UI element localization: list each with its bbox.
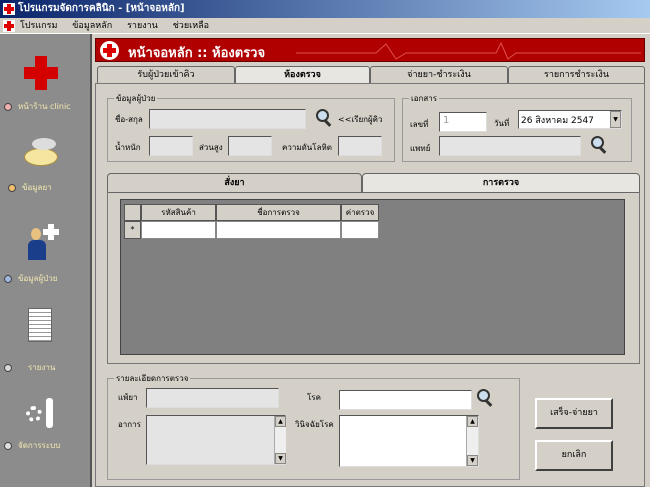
menu-master-data[interactable]: ข้อมูลหลัก [72, 21, 112, 31]
tab-examination[interactable]: การตรวจ [362, 173, 640, 193]
finish-dispense-button[interactable]: เสร็จ-จ่ายยา [535, 398, 613, 429]
grid-cell[interactable] [216, 221, 341, 239]
grid-cell[interactable] [141, 221, 216, 239]
doctor-label: แพทย์ [410, 144, 431, 153]
column-header-exam-name[interactable]: ชื่อการตรวจ [216, 204, 341, 221]
date-picker[interactable]: 26 สิงหาคม 2547 ▼ [518, 110, 622, 129]
menu-report[interactable]: รายงาน [127, 21, 158, 31]
disease-field[interactable] [339, 390, 472, 410]
title-bar: โปรแกรมจัดการคลินิก - [หน้าจอหลัก] [0, 0, 650, 18]
height-label: ส่วนสูง [199, 143, 223, 152]
sidebar-item-system[interactable]: จัดการระบบ [4, 439, 60, 452]
cancel-button[interactable]: ยกเลิก [535, 440, 613, 471]
blood-pressure-label: ความดันโลหิต [282, 143, 332, 152]
red-cross-icon [100, 41, 119, 60]
weight-field[interactable] [149, 136, 193, 156]
diagnosis-textarea[interactable] [339, 415, 479, 467]
patient-icon[interactable] [22, 222, 62, 262]
doc-number-label: เลขที่ [410, 120, 429, 129]
row-header-corner [124, 204, 141, 221]
doc-number-field[interactable]: 1 [439, 112, 487, 132]
radio-icon [4, 441, 12, 450]
report-icon[interactable] [22, 306, 62, 346]
dropdown-arrow-icon[interactable]: ▼ [610, 111, 621, 128]
radio-icon [4, 102, 12, 111]
red-cross-icon[interactable] [24, 56, 58, 90]
tab-dispense-payment[interactable]: จ่ายยา-ชำระเงิน [370, 66, 508, 84]
radio-icon [4, 363, 12, 372]
disease-label: โรค [307, 393, 321, 402]
header-banner: หน้าจอหลัก :: ห้องตรวจ [95, 38, 645, 62]
blood-pressure-field[interactable] [338, 136, 382, 156]
scrollbar[interactable]: ▲ ▼ [466, 416, 478, 466]
allergy-label: แพ้ยา [118, 393, 138, 402]
column-header-product-code[interactable]: รหัสสินค้า [141, 204, 216, 221]
column-header-exam-fee[interactable]: ค่าตรวจ [341, 204, 379, 221]
radio-icon [8, 183, 16, 192]
new-row-marker: * [124, 221, 141, 239]
menu-program[interactable]: โปรแกรม [20, 21, 57, 31]
search-icon[interactable] [316, 109, 332, 127]
sidebar-item-report[interactable]: รายงาน [4, 361, 55, 374]
page-title: หน้าจอหลัก :: ห้องตรวจ [128, 46, 266, 61]
date-label: วันที่ [494, 119, 510, 128]
window-title: โปรแกรมจัดการคลินิก - [หน้าจอหลัก] [18, 3, 185, 14]
name-field[interactable] [149, 109, 306, 129]
sidebar-item-patients[interactable]: ข้อมูลผู้ป่วย [4, 272, 57, 285]
doctor-field[interactable] [439, 136, 581, 156]
radio-icon [4, 274, 12, 283]
sidebar-item-drugs[interactable]: ข้อมูลยา [8, 181, 52, 194]
app-menu-icon[interactable] [3, 20, 15, 32]
symptom-textarea[interactable] [146, 415, 286, 465]
diagnosis-label: วินิจฉัยโรค [295, 420, 334, 429]
tab-payment-list[interactable]: รายการชำระเงิน [508, 66, 645, 84]
menu-bar: โปรแกรม ข้อมูลหลัก รายงาน ช่วยเหลือ [0, 18, 650, 34]
menu-help[interactable]: ช่วยเหลือ [173, 21, 209, 31]
search-icon[interactable] [477, 389, 493, 407]
height-field[interactable] [228, 136, 272, 156]
scrollbar[interactable]: ▲ ▼ [274, 416, 286, 464]
sidebar-item-clinic[interactable]: หน้าร้าน clinic [4, 100, 71, 113]
call-queue-link[interactable]: <<เรียกผู้คิว [338, 113, 383, 126]
exam-grid[interactable]: รหัสสินค้า ชื่อการตรวจ ค่าตรวจ * [120, 199, 625, 355]
allergy-field[interactable] [146, 388, 279, 408]
symptom-label: อาการ [118, 420, 141, 429]
name-label: ชื่อ-สกุล [115, 115, 143, 124]
search-icon[interactable] [591, 136, 607, 154]
settings-icon[interactable] [22, 394, 62, 434]
weight-label: น้ำหนัก [115, 143, 141, 152]
app-icon [3, 3, 15, 15]
heartbeat-decoration [296, 41, 641, 60]
tab-prescribe[interactable]: สั่งยา [107, 173, 362, 193]
pill-icon[interactable] [22, 134, 62, 174]
tab-queue[interactable]: รับผู้ป่วยเข้าคิว [97, 66, 235, 84]
sidebar: หน้าร้าน clinic ข้อมูลยา ข้อมูลผู้ป่วย ร… [0, 34, 92, 487]
grid-cell[interactable] [341, 221, 379, 239]
